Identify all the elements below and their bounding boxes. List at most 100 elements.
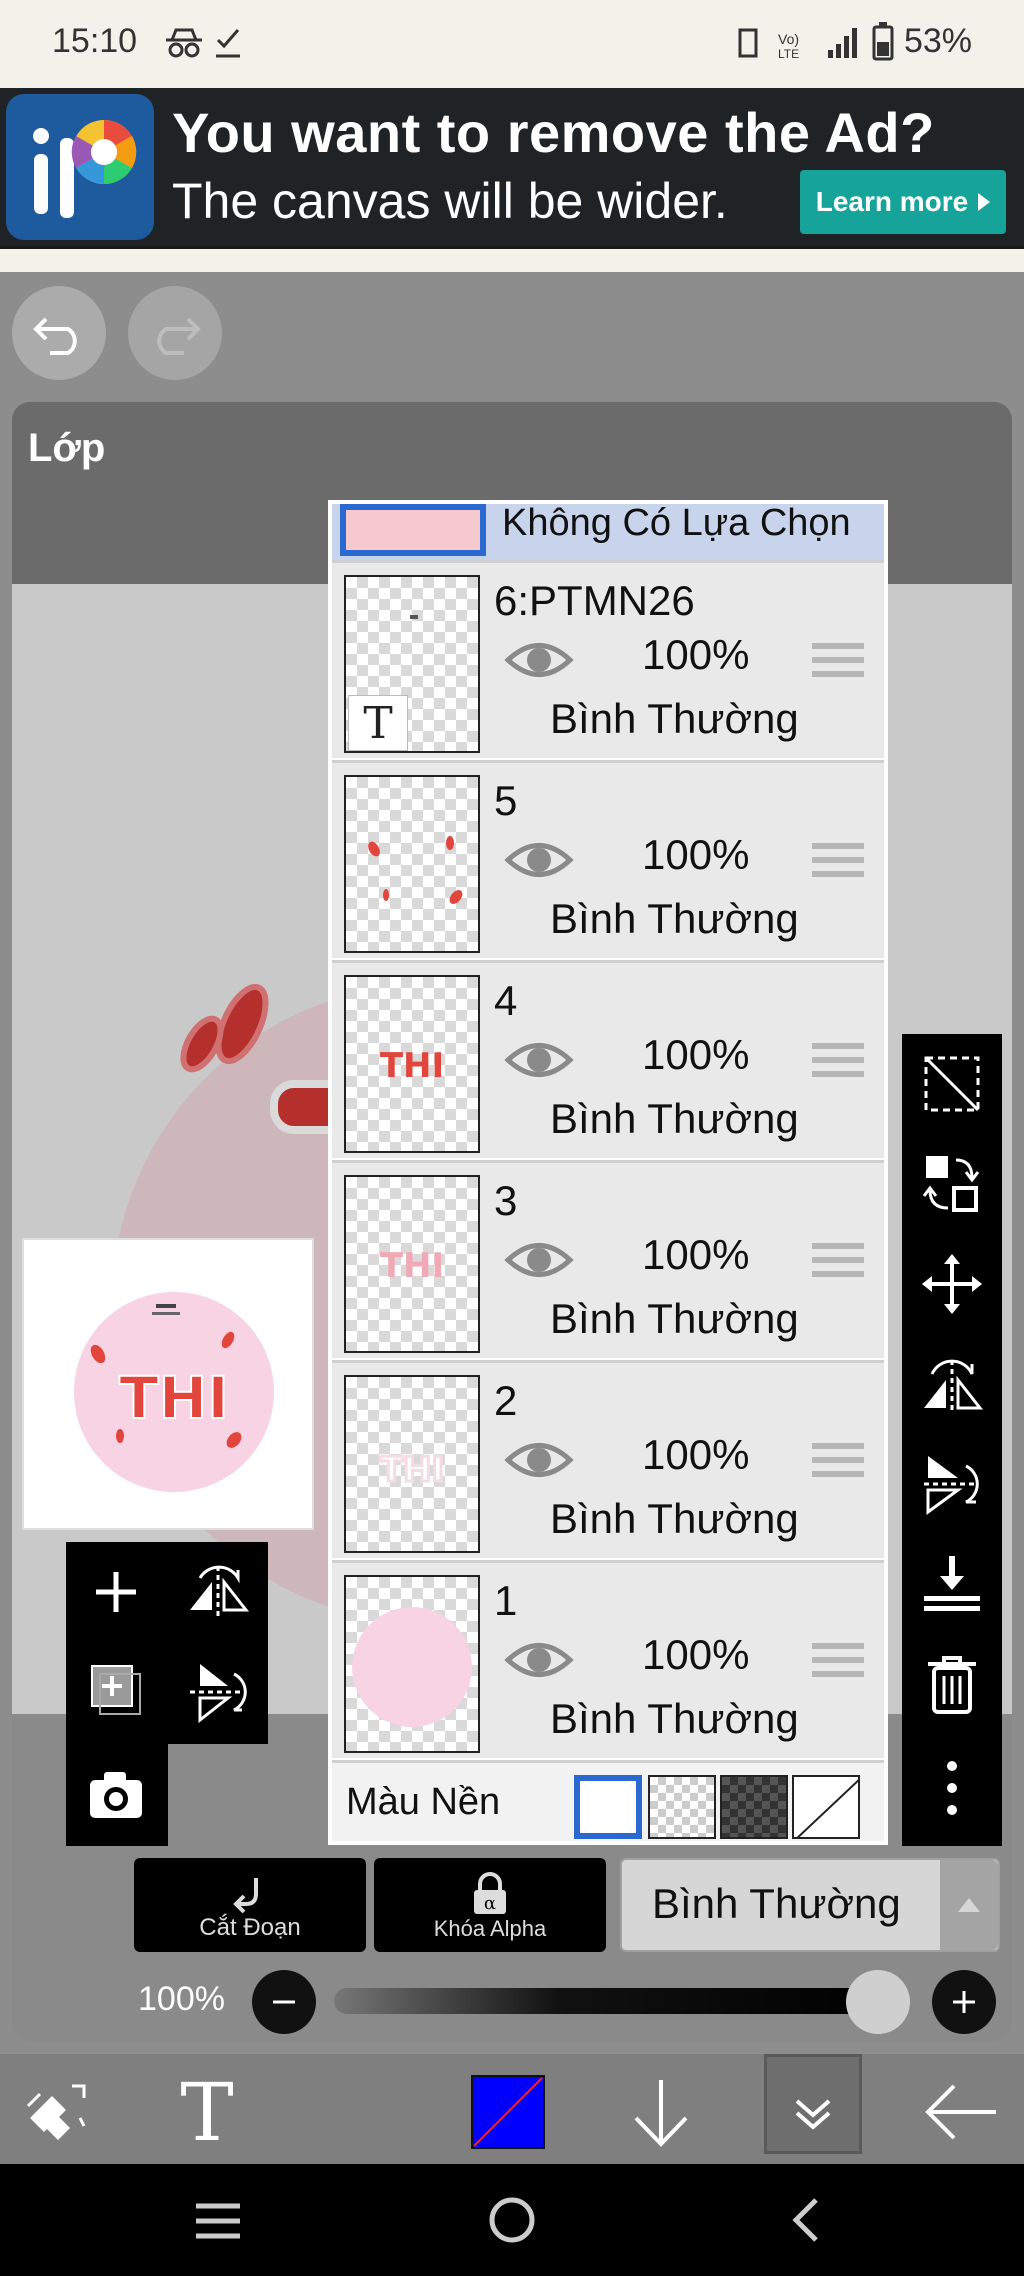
recent-apps-icon[interactable] bbox=[190, 2198, 246, 2244]
alpha-lock-button[interactable]: α Khóa Alpha bbox=[374, 1858, 606, 1952]
layer-row[interactable]: 5 100% Bình Thường bbox=[332, 760, 884, 958]
back-arrow-icon[interactable] bbox=[924, 2080, 1000, 2144]
drag-handle-icon[interactable] bbox=[812, 639, 864, 683]
add-layer-icon[interactable] bbox=[86, 1562, 146, 1622]
drag-handle-icon[interactable] bbox=[812, 1639, 864, 1683]
merge-down-icon[interactable] bbox=[920, 1552, 984, 1616]
flip-vertical-icon[interactable] bbox=[186, 1660, 250, 1724]
layer-opacity: 100% bbox=[642, 631, 750, 678]
current-color-swatch[interactable] bbox=[470, 2074, 546, 2150]
transform-layer-icon[interactable] bbox=[920, 1152, 984, 1216]
preview-art: THI bbox=[74, 1292, 274, 1492]
eye-icon[interactable] bbox=[504, 635, 574, 685]
thumb-mark bbox=[410, 615, 418, 619]
svg-text:T: T bbox=[180, 2074, 233, 2148]
ad-title: You want to remove the Ad? bbox=[172, 101, 935, 164]
layer-menu-tab[interactable] bbox=[764, 2054, 862, 2154]
more-options-icon[interactable] bbox=[920, 1756, 984, 1820]
blend-mode-dropdown[interactable] bbox=[940, 1860, 998, 1950]
ibispaint-logo bbox=[6, 94, 154, 240]
drag-handle-icon[interactable] bbox=[812, 1439, 864, 1483]
nav-back-icon[interactable] bbox=[786, 2194, 826, 2246]
home-icon[interactable] bbox=[488, 2196, 536, 2244]
selection-clear-icon[interactable] bbox=[920, 1052, 984, 1116]
layer-opacity: 100% bbox=[642, 1231, 750, 1278]
background-label: Màu Nền bbox=[346, 1781, 501, 1823]
bg-custom-swatch[interactable] bbox=[792, 1775, 860, 1839]
eye-icon[interactable] bbox=[504, 1435, 574, 1485]
lock-icon: α bbox=[474, 1872, 506, 1914]
text-tool-icon[interactable]: T bbox=[172, 2074, 242, 2148]
layer-row[interactable]: T 6:PTMN26 100% Bình Thường bbox=[332, 560, 884, 758]
flip-horizontal-icon[interactable] bbox=[186, 1562, 250, 1622]
move-icon[interactable] bbox=[920, 1252, 984, 1316]
preview-text: THI bbox=[119, 1364, 229, 1432]
layer-name: 5 bbox=[494, 777, 518, 824]
redo-icon bbox=[157, 317, 201, 355]
eye-icon[interactable] bbox=[504, 835, 574, 885]
selection-label: Không Có Lựa Chọn bbox=[502, 502, 851, 544]
layer-row[interactable]: 1 100% Bình Thường bbox=[332, 1560, 884, 1758]
layer-row[interactable]: THI 2 100% Bình Thường bbox=[332, 1360, 884, 1558]
clipping-button[interactable]: Cắt Đoạn bbox=[134, 1858, 366, 1952]
flip-vertical-icon[interactable] bbox=[920, 1452, 984, 1516]
thumb-art: THI bbox=[378, 1449, 445, 1492]
minus-icon bbox=[273, 2000, 295, 2004]
thumb-art bbox=[368, 836, 463, 904]
ad-subtitle: The canvas will be wider. bbox=[172, 173, 728, 229]
learn-more-button[interactable]: Learn more bbox=[800, 170, 1006, 234]
clock: 15:10 bbox=[52, 22, 138, 60]
tool-switch-icon[interactable] bbox=[22, 2078, 92, 2142]
trash-icon[interactable] bbox=[920, 1652, 984, 1716]
opacity-increase-button[interactable] bbox=[932, 1970, 996, 2034]
bg-white-swatch[interactable] bbox=[574, 1775, 642, 1839]
clipping-label: Cắt Đoạn bbox=[199, 1914, 301, 1941]
layer-opacity: 100% bbox=[642, 1031, 750, 1078]
layer-opacity: 100% bbox=[642, 1431, 750, 1478]
layer-row[interactable]: THI 4 100% Bình Thường bbox=[332, 960, 884, 1158]
plus-icon bbox=[953, 1991, 975, 2013]
layer-opacity: 100% bbox=[642, 831, 750, 878]
bg-transparent-light-swatch[interactable] bbox=[648, 1775, 716, 1839]
eye-icon[interactable] bbox=[504, 1035, 574, 1085]
signal-icons: Vo) LTE bbox=[738, 28, 857, 61]
blend-mode-select[interactable]: Bình Thường bbox=[620, 1858, 1000, 1952]
thumb-art bbox=[352, 1607, 472, 1727]
eye-icon[interactable] bbox=[504, 1235, 574, 1285]
ad-banner[interactable]: You want to remove the Ad? The canvas wi… bbox=[0, 88, 1024, 246]
thumb-text: THI bbox=[380, 1450, 444, 1490]
duplicate-layer-icon[interactable] bbox=[86, 1660, 146, 1720]
drag-handle-icon[interactable] bbox=[812, 1239, 864, 1283]
ad-body[interactable]: You want to remove the Ad? The canvas wi… bbox=[0, 88, 1024, 246]
redo-button[interactable] bbox=[128, 286, 222, 380]
drag-handle-icon[interactable] bbox=[812, 839, 864, 883]
bg-transparent-dark-swatch[interactable] bbox=[720, 1775, 788, 1839]
blend-mode-value: Bình Thường bbox=[652, 1880, 901, 1927]
layer-thumb: THI bbox=[344, 1175, 480, 1353]
triangle-up-icon bbox=[958, 1898, 980, 1912]
undo-button[interactable] bbox=[12, 286, 106, 380]
selection-layer-row[interactable]: Không Có Lựa Chọn bbox=[332, 504, 884, 560]
opacity-slider-knob[interactable] bbox=[846, 1970, 910, 2034]
system-nav-bar bbox=[0, 2164, 1024, 2276]
svg-text:LTE: LTE bbox=[778, 47, 799, 61]
bottom-toolbar: T bbox=[0, 2054, 1024, 2164]
canvas-preview[interactable]: THI bbox=[22, 1238, 314, 1530]
chevron-right-icon bbox=[978, 193, 991, 211]
layer-blend-mode: Bình Thường bbox=[550, 1295, 799, 1342]
layer-row[interactable]: THI 3 100% Bình Thường bbox=[332, 1160, 884, 1358]
drag-handle-icon[interactable] bbox=[812, 1039, 864, 1083]
layer-list[interactable]: Không Có Lựa Chọn T 6:PTMN26 100% Bình T… bbox=[328, 500, 888, 1845]
eye-icon[interactable] bbox=[504, 1635, 574, 1685]
layer-name: 6:PTMN26 bbox=[494, 577, 695, 624]
layer-name: 3 bbox=[494, 1177, 518, 1224]
battery-percent: 53% bbox=[903, 22, 972, 60]
top-divider bbox=[0, 246, 1024, 272]
layer-panel-title: Lớp bbox=[28, 426, 106, 470]
opacity-decrease-button[interactable] bbox=[252, 1970, 316, 2034]
camera-tool[interactable] bbox=[66, 1744, 168, 1846]
layer-thumb bbox=[344, 775, 480, 953]
flip-horizontal-icon[interactable] bbox=[920, 1352, 984, 1416]
opacity-slider[interactable] bbox=[334, 1988, 894, 2014]
arrow-down-icon[interactable] bbox=[626, 2076, 696, 2148]
